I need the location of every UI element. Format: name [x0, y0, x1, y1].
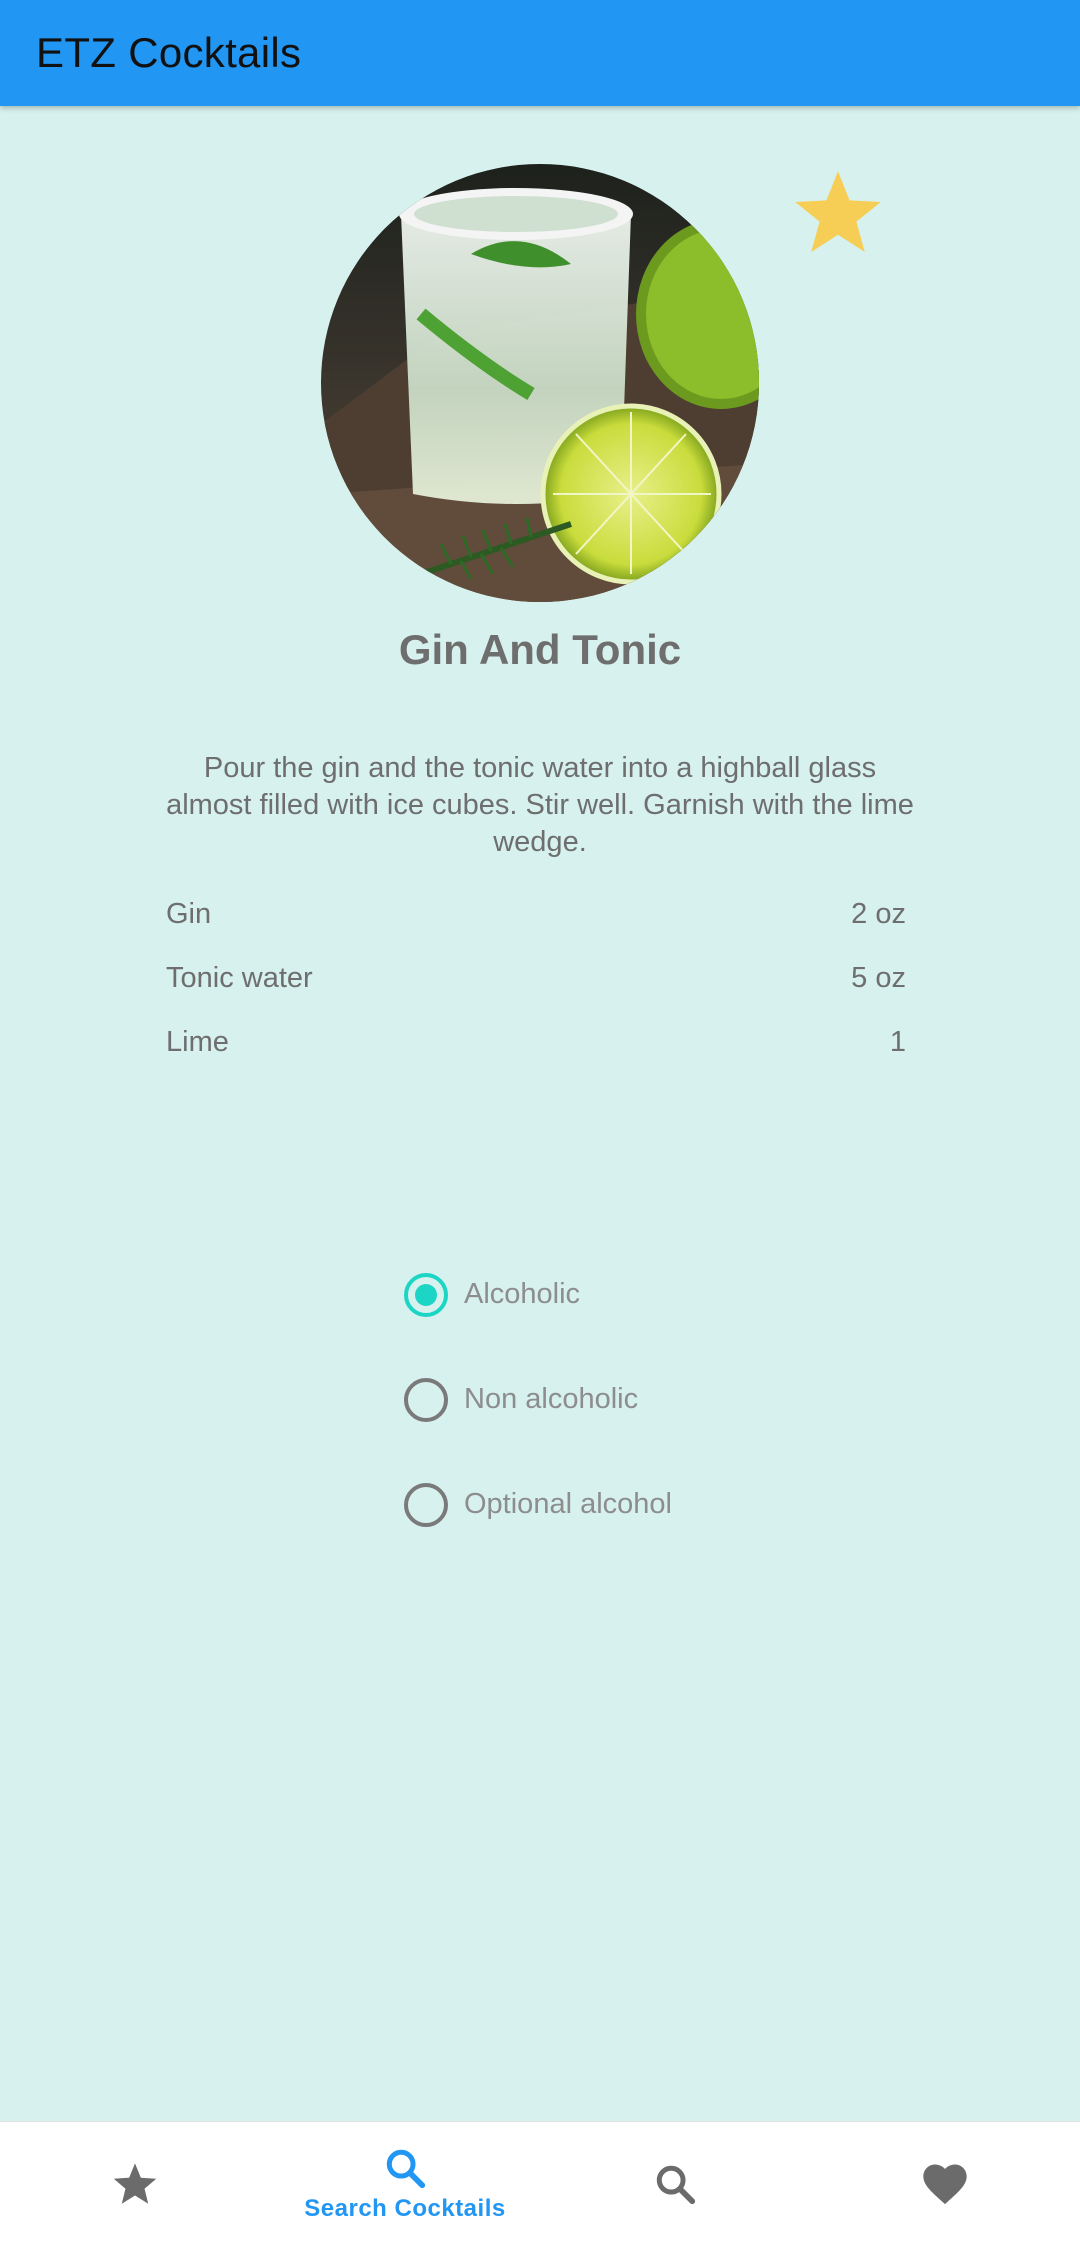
drink-instructions: Pour the gin and the tonic water into a … — [166, 752, 914, 858]
radio-optional-alcohol[interactable]: Optional alcohol — [404, 1452, 672, 1557]
nav-item-search-cocktails[interactable]: Search Cocktails — [270, 2122, 540, 2245]
nav-label: Search Cocktails — [304, 2194, 506, 2222]
ingredient-measure: 2 oz — [851, 897, 906, 930]
nav-item-popular[interactable] — [0, 2122, 270, 2245]
nav-item-search[interactable] — [540, 2122, 810, 2245]
alcohol-filter-group: Alcoholic Non alcoholic Optional alcohol — [404, 1242, 672, 1557]
nav-item-favorites[interactable] — [810, 2122, 1080, 2245]
favorite-star-icon[interactable] — [790, 164, 886, 260]
star-icon — [113, 2162, 157, 2204]
radio-label: Non alcoholic — [464, 1383, 639, 1415]
ingredient-row: Tonic water 5 oz — [166, 946, 906, 1010]
app-title: ETZ Cocktails — [36, 29, 302, 76]
heart-icon — [923, 2164, 967, 2204]
radio-non-alcoholic[interactable]: Non alcoholic — [404, 1347, 672, 1452]
ingredient-measure: 5 oz — [851, 961, 906, 994]
drink-image — [321, 164, 759, 602]
drink-name: Gin And Tonic — [398, 626, 682, 673]
ingredients-list: Gin 2 oz Tonic water 5 oz Lime 1 — [166, 882, 906, 1074]
ingredient-row: Lime 1 — [166, 1010, 906, 1074]
ingredient-name: Gin — [166, 897, 212, 930]
bottom-navigation: Search Cocktails — [0, 2121, 1080, 2245]
drink-detail: Gin And Tonic Pour the gin and the tonic… — [0, 106, 1080, 2121]
app-bar: ETZ Cocktails — [0, 0, 1080, 106]
ingredient-name: Tonic water — [166, 961, 313, 994]
search-icon — [656, 2165, 696, 2204]
radio-button-selected[interactable] — [404, 1272, 448, 1317]
ingredient-name: Lime — [166, 1025, 229, 1058]
search-icon — [386, 2149, 426, 2188]
radio-alcoholic[interactable]: Alcoholic — [404, 1242, 672, 1347]
ingredient-measure: 1 — [889, 1025, 906, 1058]
radio-label: Alcoholic — [464, 1278, 581, 1310]
radio-button[interactable] — [404, 1482, 448, 1527]
radio-button[interactable] — [404, 1377, 448, 1422]
radio-label: Optional alcohol — [464, 1488, 672, 1520]
ingredient-row: Gin 2 oz — [166, 882, 906, 946]
